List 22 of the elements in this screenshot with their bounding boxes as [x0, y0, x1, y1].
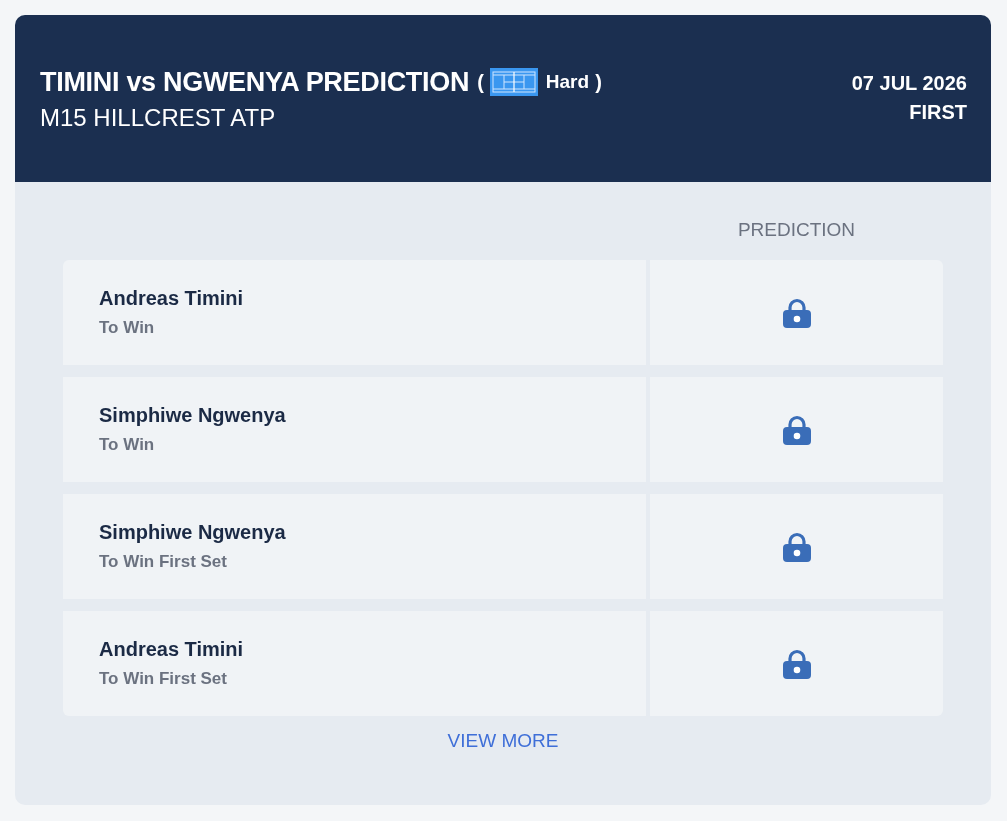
view-more-link[interactable]: VIEW MORE: [447, 730, 559, 752]
column-header: PREDICTION: [736, 218, 857, 242]
bracket-text: (: [477, 70, 484, 94]
market-label: To Win First Set: [99, 669, 227, 689]
bracket-text: ): [595, 70, 602, 94]
tournament-name: M15 HILLCREST ATP: [40, 104, 277, 132]
padlock-icon[interactable]: [781, 414, 812, 445]
player-name: Andreas Timini: [99, 287, 244, 310]
padlock-icon[interactable]: [781, 531, 812, 562]
padlock-icon[interactable]: [781, 648, 812, 679]
player-name: Andreas Timini: [99, 638, 244, 661]
round-label: FIRST: [909, 101, 967, 124]
padlock-icon[interactable]: [781, 297, 812, 328]
market-label: To Win: [99, 318, 155, 338]
player-name: Simphiwe Ngwenya: [99, 521, 286, 544]
market-label: To Win: [99, 435, 155, 455]
player-name: Simphiwe Ngwenya: [99, 404, 286, 427]
market-label: To Win First Set: [99, 552, 227, 572]
tennis-court-icon: [489, 68, 538, 96]
surface-label: Hard: [545, 71, 590, 93]
match-date: 07 JUL 2026: [851, 72, 967, 95]
match-title: TIMINI vs NGWENYA PREDICTION: [40, 66, 470, 98]
